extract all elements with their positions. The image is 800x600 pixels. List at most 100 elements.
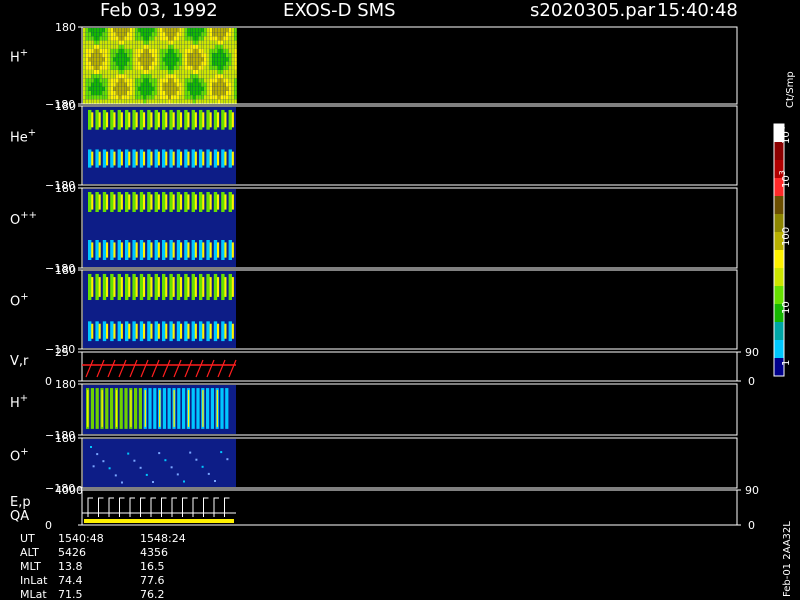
y-tick-label: 180 [55, 378, 76, 391]
heat-cell [96, 40, 100, 45]
heat-cell [220, 74, 223, 79]
heat-cell [132, 95, 135, 100]
heat-cell [143, 65, 146, 70]
heat-cell [151, 86, 155, 91]
heat-cell [231, 323, 234, 339]
heat-cell [110, 61, 113, 66]
heat-cell [85, 40, 89, 45]
heat-cell [96, 65, 100, 70]
heat-cell [118, 74, 122, 79]
heat-cell [120, 242, 123, 258]
heat-cell [179, 49, 182, 54]
heat-cell [88, 65, 91, 70]
heat-cell [206, 57, 210, 62]
heat-cell [121, 95, 124, 100]
heat-cell [217, 277, 220, 297]
heat-cell [138, 32, 141, 37]
heat-cell [102, 149, 107, 168]
heat-cell [226, 40, 229, 45]
heat-cell [165, 91, 168, 96]
heat-cell [184, 149, 188, 168]
heat-cell [121, 61, 124, 66]
heat-cell [132, 192, 136, 212]
heat-cell [116, 78, 119, 83]
heat-cell [91, 91, 94, 96]
heat-cell [190, 99, 193, 104]
heat-cell [223, 36, 226, 41]
heat-cell [184, 82, 188, 87]
heat-cell [212, 78, 215, 83]
heat-cell [154, 57, 157, 62]
heat-cell [121, 91, 124, 96]
heat-cell [226, 91, 229, 96]
heat-cell [202, 277, 205, 297]
heat-cell [160, 95, 163, 100]
heat-cell [102, 40, 105, 45]
heat-cell [85, 61, 89, 66]
heat-cell [113, 49, 116, 54]
heat-cell [107, 74, 111, 79]
heat-cell [98, 277, 101, 297]
heat-cell [99, 49, 102, 54]
heat-cell [171, 70, 174, 75]
heat-cell [95, 149, 99, 168]
heat-cell [224, 151, 227, 166]
heat-cell [85, 99, 89, 104]
heat-cell [190, 36, 193, 41]
heat-cell [179, 70, 182, 75]
heat-cell [107, 28, 111, 33]
heat-cell [168, 61, 171, 66]
heat-cell [95, 388, 99, 429]
heat-cell [102, 86, 105, 91]
heat-cell [173, 57, 177, 62]
heat-cell [221, 273, 225, 301]
heat-cell [140, 57, 144, 62]
heat-cell [231, 70, 234, 75]
series-line [228, 359, 237, 378]
heat-cell [150, 323, 153, 339]
heat-cell [194, 242, 197, 258]
heat-cell [102, 36, 105, 41]
heat-cell [231, 53, 234, 58]
heat-cell [209, 74, 212, 79]
heat-cell [187, 95, 190, 100]
heat-cell [149, 28, 152, 33]
heat-cell [88, 36, 91, 41]
heat-cell [90, 446, 92, 448]
heat-cell [176, 473, 179, 476]
heat-cell [88, 273, 92, 301]
heat-cell [172, 323, 175, 339]
heat-cell [169, 273, 173, 301]
heat-cell [113, 57, 116, 62]
heat-cell [195, 70, 199, 75]
heat-cell [193, 65, 196, 70]
heat-cell [221, 321, 225, 342]
colorbar-segment [774, 322, 784, 340]
heat-cell [179, 61, 182, 66]
heat-cell [121, 86, 124, 91]
heat-cell [113, 242, 116, 258]
heat-cell [91, 49, 94, 54]
heat-cell [182, 74, 185, 79]
heat-cell [105, 36, 108, 41]
heat-cell [128, 151, 131, 166]
heat-cell [149, 53, 152, 58]
heat-cell [209, 323, 212, 339]
heat-cell [116, 70, 119, 75]
heat-cell [143, 99, 146, 104]
footer-row-value-1: 74.4 [58, 574, 83, 587]
heat-cell [113, 99, 116, 104]
heat-cell [88, 192, 92, 212]
heat-cell [198, 49, 201, 54]
heat-cell [105, 49, 108, 54]
heat-cell [83, 57, 86, 62]
heat-cell [187, 57, 190, 62]
heat-cell [165, 151, 168, 166]
heat-cell [172, 242, 175, 258]
heat-cell [88, 57, 91, 62]
footer-row-value-1: 71.5 [58, 588, 83, 600]
heat-cell [190, 86, 193, 91]
heat-cell [209, 36, 212, 41]
heat-cell [182, 53, 185, 58]
heat-cell [162, 28, 166, 33]
